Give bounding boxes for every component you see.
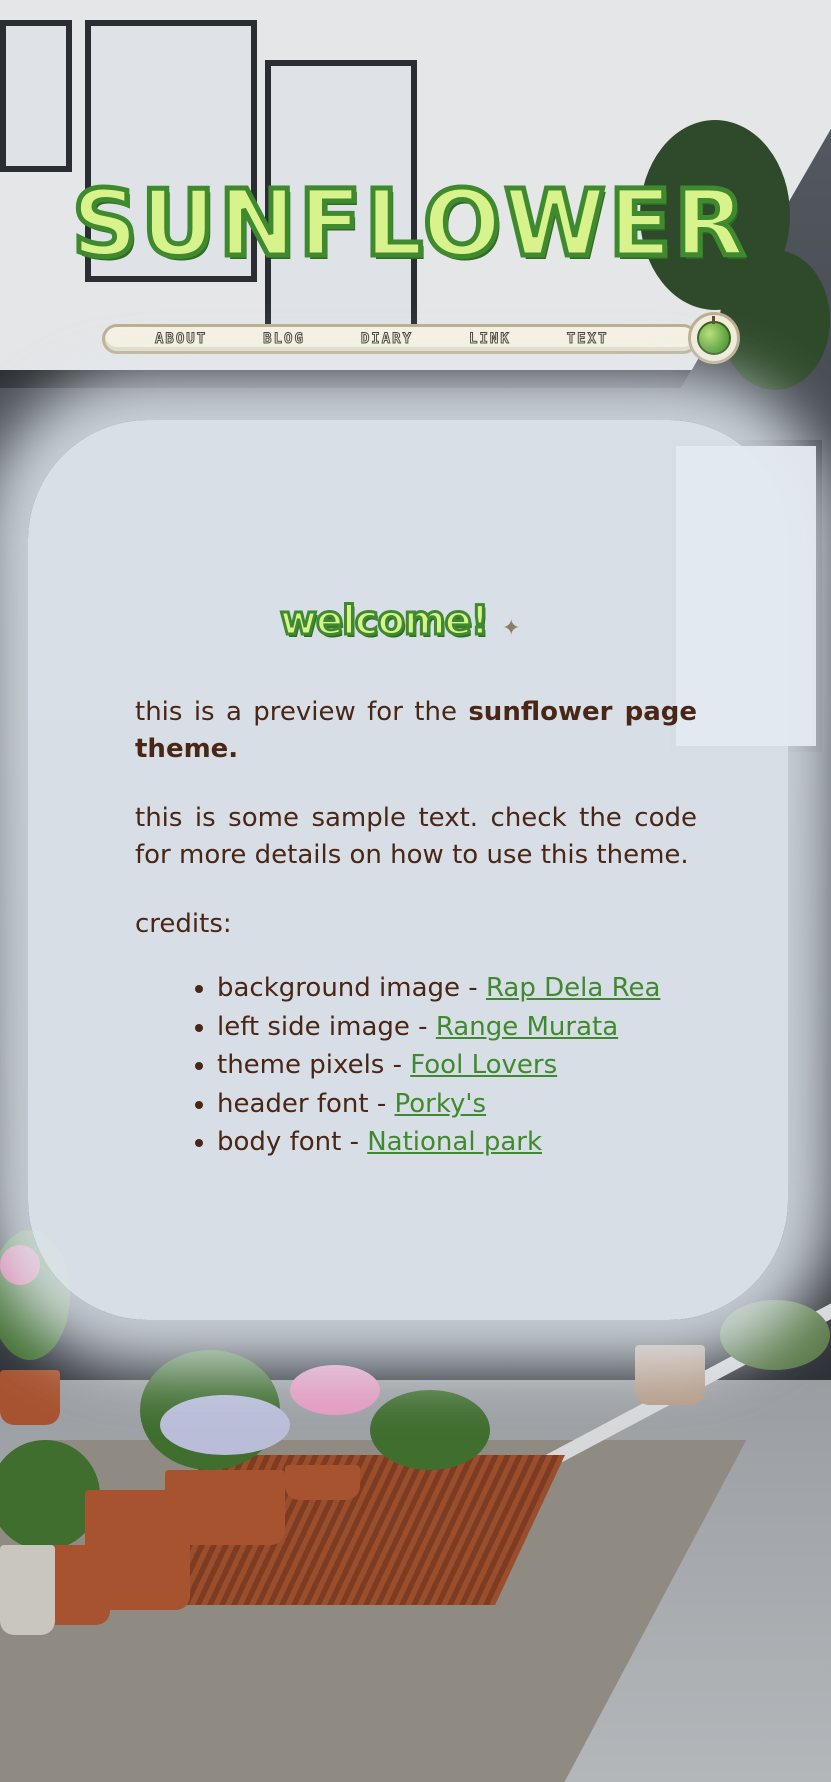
list-item: background image - Rap Dela Rea: [217, 969, 697, 1008]
stone-urn: [0, 1545, 55, 1635]
welcome-title: welcome!: [278, 597, 490, 646]
nav-item-blog[interactable]: BLOG: [263, 331, 305, 348]
credit-link-porkys[interactable]: Porky's: [395, 1089, 487, 1119]
list-item: left side image - Range Murata: [217, 1008, 697, 1047]
flower-pot: [285, 1465, 360, 1500]
list-item: header font - Porky's: [217, 1085, 697, 1124]
nav-bar: ABOUT BLOG DIARY LINK TEXT: [102, 324, 698, 354]
shrub: [720, 1300, 830, 1370]
list-item: theme pixels - Fool Lovers: [217, 1046, 697, 1085]
credit-link-range-murata[interactable]: Range Murata: [436, 1012, 618, 1042]
nav-badge[interactable]: [688, 312, 740, 364]
flowers: [160, 1395, 290, 1455]
list-item: body font - National park: [217, 1123, 697, 1162]
building-window: [0, 20, 72, 172]
welcome-heading: welcome! ✦: [278, 596, 560, 646]
main-content: this is a preview for the sunflower page…: [135, 694, 697, 1162]
potted-plant: [370, 1390, 490, 1470]
credit-link-rap-dela-rea[interactable]: Rap Dela Rea: [486, 973, 660, 1003]
nav-item-text[interactable]: TEXT: [566, 331, 609, 348]
flowers: [0, 1245, 40, 1285]
intro-text: this is a preview for the: [135, 697, 469, 727]
nav-item-diary[interactable]: DIARY: [360, 331, 413, 348]
flower-pot: [165, 1470, 285, 1545]
credit-label: header font -: [217, 1088, 395, 1119]
nav-item-about[interactable]: ABOUT: [154, 331, 207, 348]
flower-pot: [635, 1345, 705, 1405]
credits-label: credits:: [135, 909, 232, 939]
flower-pot: [0, 1370, 60, 1425]
nav-item-link[interactable]: LINK: [469, 331, 511, 348]
credit-label: background image -: [217, 973, 486, 1003]
sparkle-icon: ✦: [502, 615, 521, 641]
credit-link-national-park[interactable]: National park: [367, 1127, 542, 1157]
credits-list: background image - Rap Dela Rea left sid…: [135, 969, 697, 1162]
credit-label: left side image -: [217, 1011, 436, 1042]
green-apple-icon: [697, 316, 731, 355]
credit-label: body font -: [217, 1127, 368, 1157]
flowers: [290, 1365, 380, 1415]
credit-link-fool-lovers[interactable]: Fool Lovers: [410, 1050, 557, 1080]
site-logo-title: SUNFLOWER: [69, 167, 749, 279]
credit-label: theme pixels -: [217, 1050, 411, 1080]
intro-paragraph: this is a preview for the sunflower page…: [135, 694, 697, 768]
sample-paragraph: this is some sample text. check the code…: [135, 803, 697, 870]
